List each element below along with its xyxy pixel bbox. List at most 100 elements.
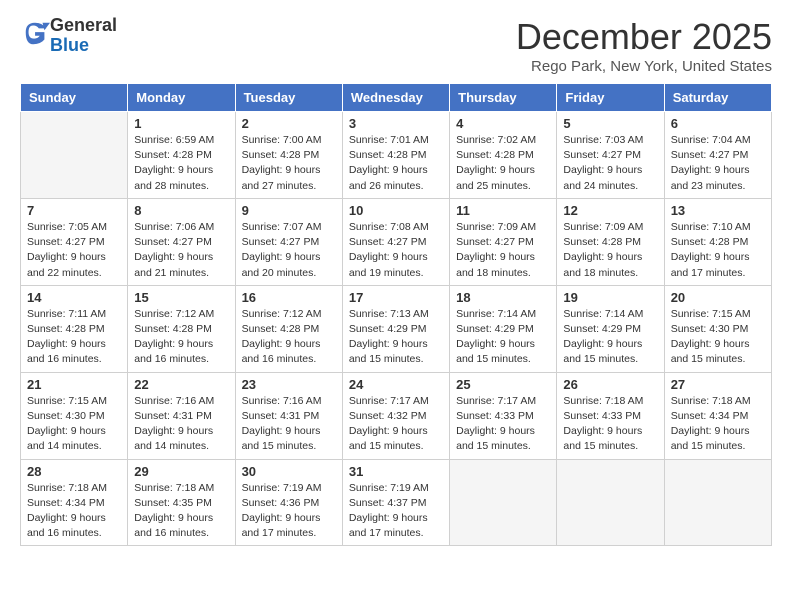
calendar-week-2: 7Sunrise: 7:05 AMSunset: 4:27 PMDaylight… <box>21 198 772 285</box>
sunset-text: Sunset: 4:28 PM <box>242 149 320 161</box>
sunset-text: Sunset: 4:32 PM <box>349 410 427 422</box>
weekday-header-row: SundayMondayTuesdayWednesdayThursdayFrid… <box>21 84 772 112</box>
day-info: Sunrise: 7:14 AMSunset: 4:29 PMDaylight:… <box>456 307 550 368</box>
calendar-cell: 9Sunrise: 7:07 AMSunset: 4:27 PMDaylight… <box>235 198 342 285</box>
calendar-cell: 2Sunrise: 7:00 AMSunset: 4:28 PMDaylight… <box>235 112 342 199</box>
calendar-cell: 7Sunrise: 7:05 AMSunset: 4:27 PMDaylight… <box>21 198 128 285</box>
day-number: 10 <box>349 203 443 218</box>
calendar-cell: 14Sunrise: 7:11 AMSunset: 4:28 PMDayligh… <box>21 285 128 372</box>
sunrise-text: Sunrise: 7:13 AM <box>349 308 429 320</box>
sunrise-text: Sunrise: 7:15 AM <box>27 395 107 407</box>
daylight-text: Daylight: 9 hours and 16 minutes. <box>134 512 213 539</box>
sunrise-text: Sunrise: 7:03 AM <box>563 134 643 146</box>
calendar-cell <box>450 459 557 546</box>
sunset-text: Sunset: 4:37 PM <box>349 497 427 509</box>
sunrise-text: Sunrise: 7:12 AM <box>242 308 322 320</box>
daylight-text: Daylight: 9 hours and 16 minutes. <box>134 338 213 365</box>
daylight-text: Daylight: 9 hours and 14 minutes. <box>134 425 213 452</box>
daylight-text: Daylight: 9 hours and 15 minutes. <box>349 425 428 452</box>
day-number: 19 <box>563 290 657 305</box>
sunset-text: Sunset: 4:33 PM <box>456 410 534 422</box>
day-info: Sunrise: 6:59 AMSunset: 4:28 PMDaylight:… <box>134 133 228 194</box>
calendar-cell <box>21 112 128 199</box>
sunset-text: Sunset: 4:27 PM <box>242 236 320 248</box>
sunrise-text: Sunrise: 7:00 AM <box>242 134 322 146</box>
sunrise-text: Sunrise: 7:14 AM <box>456 308 536 320</box>
logo-icon <box>22 19 50 47</box>
daylight-text: Daylight: 9 hours and 19 minutes. <box>349 251 428 278</box>
sunset-text: Sunset: 4:28 PM <box>456 149 534 161</box>
page-header: General Blue December 2025 Rego Park, Ne… <box>20 16 772 75</box>
sunrise-text: Sunrise: 7:11 AM <box>27 308 106 320</box>
calendar-cell: 27Sunrise: 7:18 AMSunset: 4:34 PMDayligh… <box>664 372 771 459</box>
sunset-text: Sunset: 4:31 PM <box>134 410 212 422</box>
sunset-text: Sunset: 4:29 PM <box>349 323 427 335</box>
sunset-text: Sunset: 4:30 PM <box>27 410 105 422</box>
sunset-text: Sunset: 4:27 PM <box>563 149 641 161</box>
day-info: Sunrise: 7:17 AMSunset: 4:33 PMDaylight:… <box>456 394 550 455</box>
sunset-text: Sunset: 4:27 PM <box>349 236 427 248</box>
day-info: Sunrise: 7:03 AMSunset: 4:27 PMDaylight:… <box>563 133 657 194</box>
calendar-cell: 3Sunrise: 7:01 AMSunset: 4:28 PMDaylight… <box>342 112 449 199</box>
month-title: December 2025 <box>516 16 772 58</box>
sunset-text: Sunset: 4:28 PM <box>134 149 212 161</box>
sunrise-text: Sunrise: 7:04 AM <box>671 134 751 146</box>
calendar-cell: 15Sunrise: 7:12 AMSunset: 4:28 PMDayligh… <box>128 285 235 372</box>
day-info: Sunrise: 7:14 AMSunset: 4:29 PMDaylight:… <box>563 307 657 368</box>
calendar-cell: 25 Sunrise: 7:17 AMSunset: 4:33 PMDayligh… <box>450 372 557 459</box>
day-number: 26 <box>563 377 657 392</box>
calendar-cell: 5Sunrise: 7:03 AMSunset: 4:27 PMDaylight… <box>557 112 664 199</box>
day-number: 28 <box>27 464 121 479</box>
day-info: Sunrise: 7:11 AMSunset: 4:28 PMDaylight:… <box>27 307 121 368</box>
title-block: December 2025 Rego Park, New York, Unite… <box>516 16 772 75</box>
daylight-text: Daylight: 9 hours and 16 minutes. <box>242 338 321 365</box>
calendar-week-4: 21Sunrise: 7:15 AMSunset: 4:30 PMDayligh… <box>21 372 772 459</box>
day-info: Sunrise: 7:18 AMSunset: 4:34 PMDaylight:… <box>27 481 121 542</box>
day-number: 27 <box>671 377 765 392</box>
sunrise-text: Sunrise: 7:16 AM <box>242 395 322 407</box>
sunset-text: Sunset: 4:28 PM <box>242 323 320 335</box>
sunset-text: Sunset: 4:35 PM <box>134 497 212 509</box>
day-number: 25 <box>456 377 550 392</box>
day-number: 3 <box>349 116 443 131</box>
day-number: 17 <box>349 290 443 305</box>
sunset-text: Sunset: 4:28 PM <box>134 323 212 335</box>
sunrise-text: Sunrise: 7:05 AM <box>27 221 107 233</box>
day-info: Sunrise: 7:04 AMSunset: 4:27 PMDaylight:… <box>671 133 765 194</box>
daylight-text: Daylight: 9 hours and 15 minutes. <box>563 425 642 452</box>
calendar-cell: 11Sunrise: 7:09 AMSunset: 4:27 PMDayligh… <box>450 198 557 285</box>
sunrise-text: Sunrise: 7:18 AM <box>27 482 107 494</box>
sunset-text: Sunset: 4:36 PM <box>242 497 320 509</box>
weekday-header-tuesday: Tuesday <box>235 84 342 112</box>
calendar-cell: 21Sunrise: 7:15 AMSunset: 4:30 PMDayligh… <box>21 372 128 459</box>
sunset-text: Sunset: 4:27 PM <box>134 236 212 248</box>
day-number: 5 <box>563 116 657 131</box>
calendar-cell: 23Sunrise: 7:16 AMSunset: 4:31 PMDayligh… <box>235 372 342 459</box>
sunset-text: Sunset: 4:29 PM <box>456 323 534 335</box>
sunset-text: Sunset: 4:27 PM <box>27 236 105 248</box>
sunrise-text: Sunrise: 7:17 AM <box>349 395 429 407</box>
sunrise-text: Sunrise: 7:06 AM <box>134 221 214 233</box>
sunrise-text: Sunrise: 7:07 AM <box>242 221 322 233</box>
sunset-text: Sunset: 4:27 PM <box>671 149 749 161</box>
daylight-text: Daylight: 9 hours and 15 minutes. <box>456 425 535 452</box>
day-info: Sunrise: 7:09 AMSunset: 4:28 PMDaylight:… <box>563 220 657 281</box>
sunrise-text: Sunrise: 7:19 AM <box>349 482 429 494</box>
day-info: Sunrise: 7:15 AMSunset: 4:30 PMDaylight:… <box>671 307 765 368</box>
calendar-table: SundayMondayTuesdayWednesdayThursdayFrid… <box>20 83 772 546</box>
day-info: Sunrise: 7:17 AM Sunset: 4:32 PM Daylight:… <box>349 394 443 455</box>
day-info: Sunrise: 7:09 AMSunset: 4:27 PMDaylight:… <box>456 220 550 281</box>
calendar-cell: 8Sunrise: 7:06 AMSunset: 4:27 PMDaylight… <box>128 198 235 285</box>
sunrise-text: Sunrise: 7:08 AM <box>349 221 429 233</box>
calendar-cell: 17Sunrise: 7:13 AMSunset: 4:29 PMDayligh… <box>342 285 449 372</box>
daylight-text: Daylight: 9 hours and 20 minutes. <box>242 251 321 278</box>
sunrise-text: Sunrise: 7:16 AM <box>134 395 214 407</box>
sunrise-text: Sunrise: 7:10 AM <box>671 221 751 233</box>
sunrise-text: Sunrise: 7:09 AM <box>456 221 536 233</box>
day-number: 18 <box>456 290 550 305</box>
day-info: Sunrise: 7:10 AMSunset: 4:28 PMDaylight:… <box>671 220 765 281</box>
day-number: 15 <box>134 290 228 305</box>
sunset-text: Sunset: 4:27 PM <box>456 236 534 248</box>
daylight-text: Daylight: 9 hours and 16 minutes. <box>27 512 106 539</box>
sunrise-text: Sunrise: 7:14 AM <box>563 308 643 320</box>
